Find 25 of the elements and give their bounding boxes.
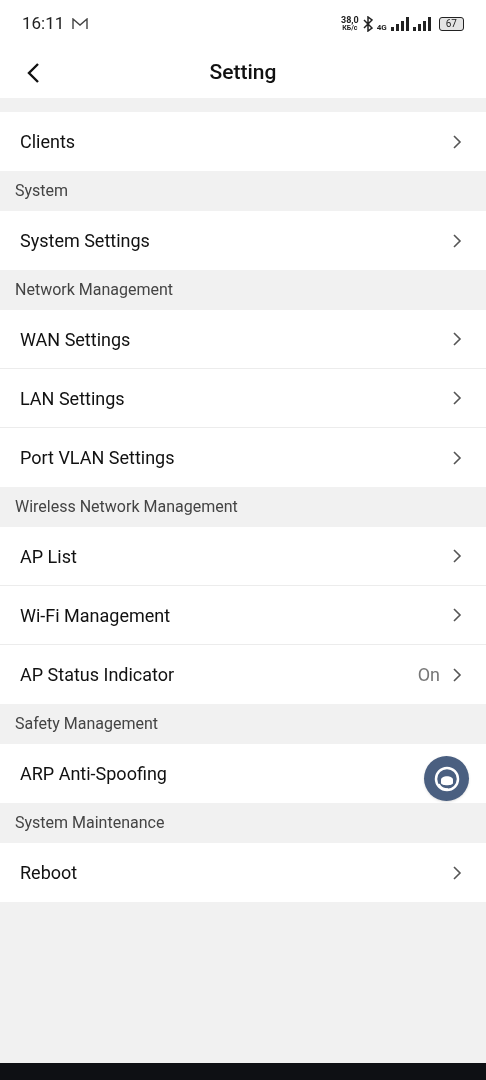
section-header: System Maintenance — [15, 812, 165, 834]
chevron-icon — [452, 390, 462, 406]
network-type: 4G — [376, 22, 387, 34]
page-title: Setting — [209, 59, 277, 87]
section-header: Safety Management — [15, 713, 159, 735]
signal-icon — [390, 17, 409, 31]
signal-icon — [412, 17, 431, 31]
speed-value: 38,0 — [341, 16, 359, 24]
chevron-icon — [452, 133, 462, 150]
row-value: On — [417, 663, 440, 687]
status-time: 16:11 — [22, 12, 65, 36]
mail-icon — [72, 18, 89, 30]
chevron-icon — [452, 607, 462, 623]
chevron-icon — [452, 864, 462, 881]
chevron-icon — [452, 666, 462, 683]
chevron-icon — [452, 449, 462, 466]
section-header: Wireless Network Management — [15, 496, 238, 518]
bluetooth-icon — [362, 16, 373, 32]
chevron-icon — [452, 548, 462, 564]
chevron-icon — [452, 232, 462, 249]
battery-indicator: 67 — [438, 17, 464, 31]
section-header: System — [15, 180, 69, 202]
chevron-icon — [452, 331, 462, 347]
section-header: Network Management — [15, 279, 174, 301]
back-icon — [26, 62, 40, 84]
